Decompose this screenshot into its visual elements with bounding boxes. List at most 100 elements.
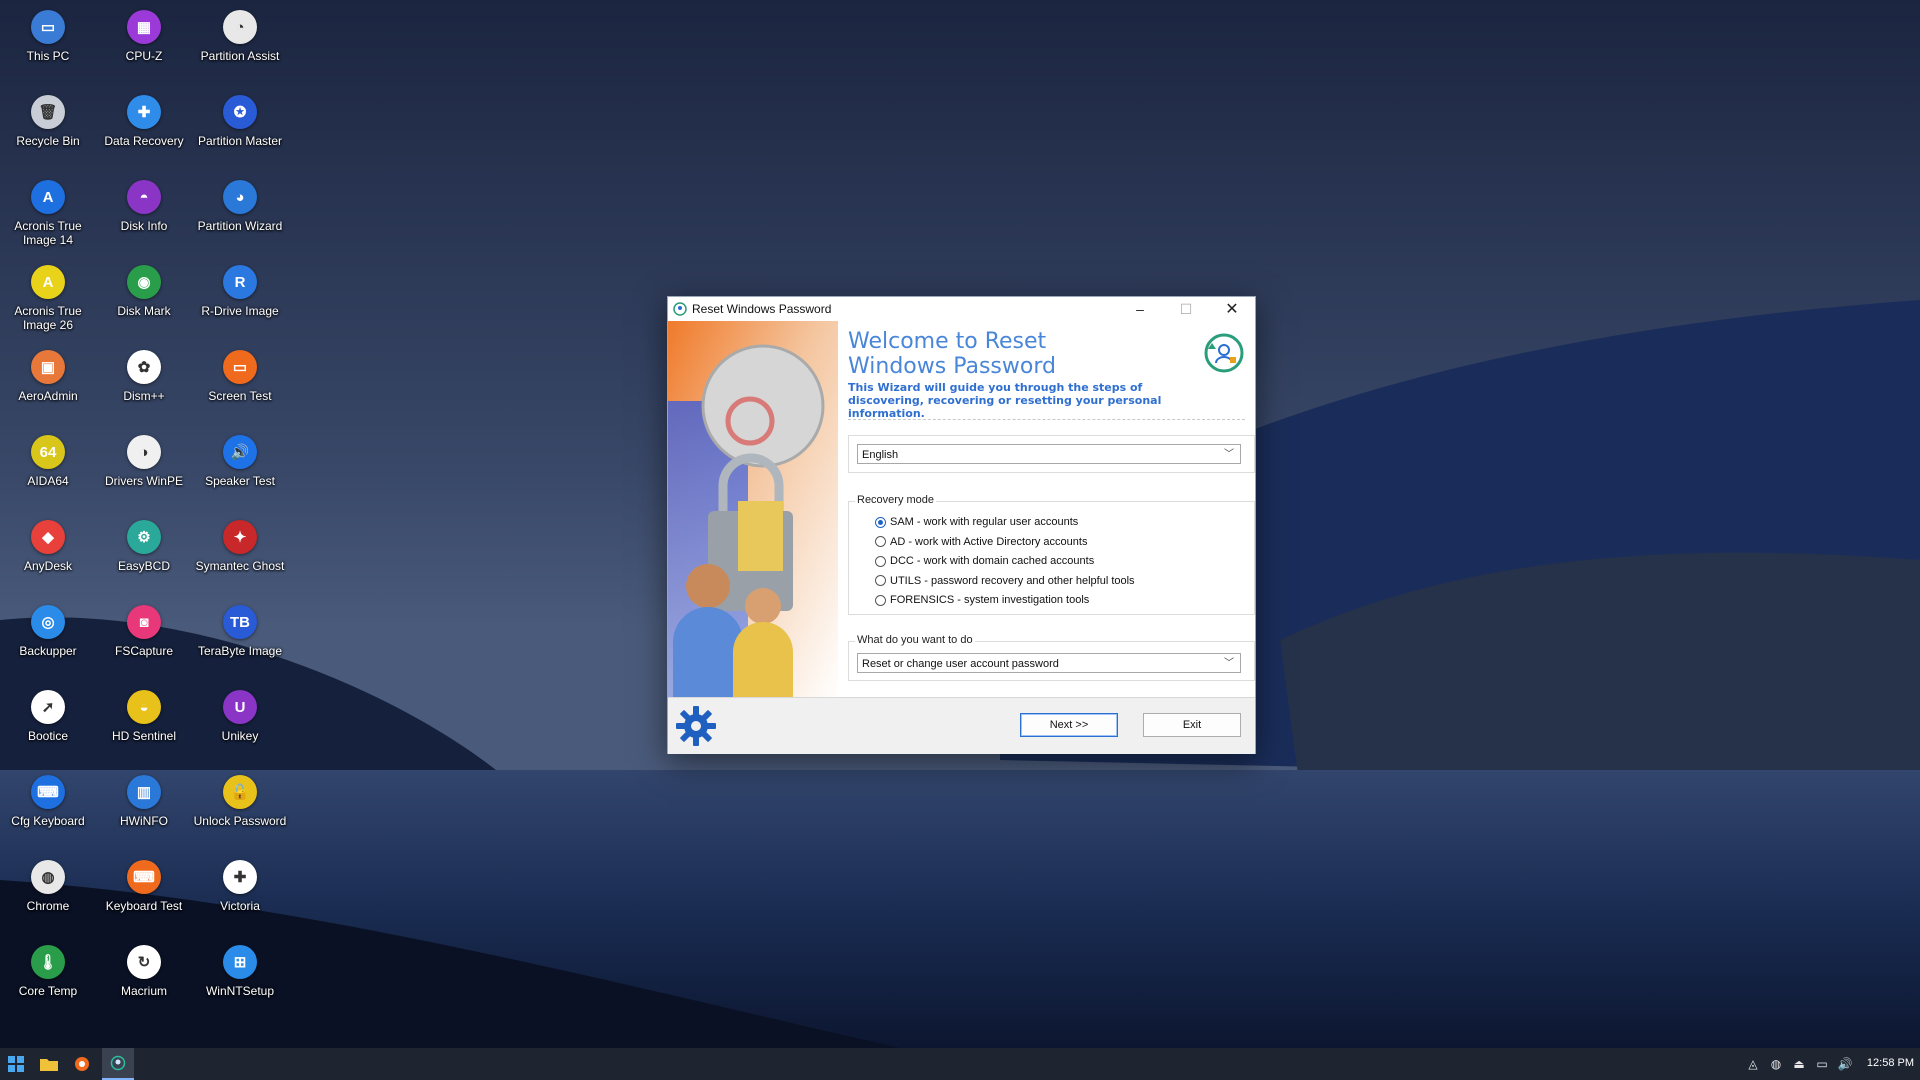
recovery-mode-option[interactable]: UTILS - password recovery and other help… (875, 573, 1135, 589)
desktop-icon[interactable]: ◍ Chrome (0, 856, 96, 913)
desktop-icon-label: Partition Assist (200, 49, 280, 63)
desktop-icon[interactable]: ◔ Partition Assist (192, 6, 288, 63)
desktop-icon-label: Backupper (19, 644, 77, 658)
desktop-icon[interactable]: 🔊 Speaker Test (192, 431, 288, 488)
wizard-content: Welcome to Reset Windows Password This W… (838, 321, 1255, 697)
welcome-title: Welcome to Reset Windows Password (848, 329, 1056, 379)
desktop-icon[interactable]: ⌨ Keyboard Test (96, 856, 192, 913)
welcome-subtitle: This Wizard will guide you through the s… (848, 381, 1162, 420)
desktop-icon-label: FSCapture (114, 644, 174, 658)
macrium-icon: ↻ (127, 945, 161, 979)
desktop-icon-label: Recycle Bin (16, 134, 80, 148)
desktop-icon[interactable]: ▣ AeroAdmin (0, 346, 96, 403)
network-tray-icon[interactable]: ▭ (1814, 1056, 1830, 1072)
title-bar[interactable]: Reset Windows Password – ☐ ✕ (668, 297, 1255, 321)
desktop-icon[interactable]: A Acronis True Image 26 (0, 261, 96, 332)
desktop-icon[interactable]: A Acronis True Image 14 (0, 176, 96, 247)
acronis-tray-icon[interactable]: ◬ (1745, 1056, 1761, 1072)
taskbar-app-button[interactable] (70, 1052, 94, 1076)
volume-icon[interactable]: 🔊 (1837, 1056, 1853, 1072)
file-explorer-button[interactable] (37, 1052, 61, 1076)
minimize-button[interactable]: – (1117, 297, 1163, 321)
desktop-icon[interactable]: ◑ Drivers WinPE (96, 431, 192, 488)
desktop-icon[interactable]: ▥ HWiNFO (96, 771, 192, 828)
action-label: What do you want to do (855, 634, 975, 646)
desktop-icon[interactable]: ↻ Macrium (96, 941, 192, 998)
reset-password-app-icon (110, 1055, 126, 1071)
maximize-button[interactable]: ☐ (1163, 297, 1209, 321)
desktop-icon[interactable]: ✚ Data Recovery (96, 91, 192, 148)
desktop-icon-label: Partition Wizard (197, 219, 283, 233)
chrome-tray-icon[interactable]: ◍ (1768, 1056, 1784, 1072)
cfg-keyboard-icon: ⌨ (31, 775, 65, 809)
desktop-icon-label: WinNTSetup (205, 984, 275, 998)
desktop-icon[interactable]: 🌡 Core Temp (0, 941, 96, 998)
desktop-icon[interactable]: ◕ Partition Wizard (192, 176, 288, 233)
fscapture-icon: ◙ (127, 605, 161, 639)
symantec-ghost-icon: ✦ (223, 520, 257, 554)
desktop-icon-label: Macrium (120, 984, 167, 998)
desktop-icon[interactable]: ▭ This PC (0, 6, 96, 63)
desktop-icon[interactable]: ✿ Dism++ (96, 346, 192, 403)
gear-icon (676, 706, 716, 746)
reset-windows-password-taskbar-button[interactable] (102, 1048, 134, 1080)
desktop-icon-label: Keyboard Test (105, 899, 183, 913)
desktop-icon[interactable]: ✦ Symantec Ghost (192, 516, 288, 573)
desktop-icon[interactable]: ➚ Bootice (0, 686, 96, 743)
desktop-icon[interactable]: 🔓 Unlock Password (192, 771, 288, 828)
desktop-icon-label: Acronis True Image 26 (14, 304, 82, 332)
action-select[interactable]: Reset or change user account password ﹀ (857, 653, 1241, 673)
victoria-icon: ✚ (223, 860, 257, 894)
desktop-icon-label: AnyDesk (23, 559, 73, 573)
usb-tray-icon[interactable]: ⏏ (1791, 1056, 1807, 1072)
desktop-icon[interactable]: ◓ Disk Info (96, 176, 192, 233)
desktop-icon[interactable]: ◒ HD Sentinel (96, 686, 192, 743)
desktop-icon[interactable]: ⚙ EasyBCD (96, 516, 192, 573)
desktop-icon[interactable]: ◉ Disk Mark (96, 261, 192, 318)
desktop-icon[interactable]: 64 AIDA64 (0, 431, 96, 488)
speaker-test-icon: 🔊 (223, 435, 257, 469)
hd-sentinel-icon: ◒ (127, 690, 161, 724)
desktop-icon-label: Disk Info (120, 219, 168, 233)
partition-master-icon: ✪ (223, 95, 257, 129)
desktop-icon[interactable]: ◆ AnyDesk (0, 516, 96, 573)
radio-button[interactable] (875, 555, 886, 567)
desktop-icon-label: This PC (26, 49, 70, 63)
next-button[interactable]: Next >> (1020, 713, 1118, 737)
window-title: Reset Windows Password (692, 302, 832, 316)
desktop-icon[interactable]: U Unikey (192, 686, 288, 743)
aida64-icon: 64 (31, 435, 65, 469)
recovery-mode-option[interactable]: FORENSICS - system investigation tools (875, 592, 1089, 608)
desktop-icon[interactable]: ✪ Partition Master (192, 91, 288, 148)
desktop-icon[interactable]: ▦ CPU-Z (96, 6, 192, 63)
desktop-icon-label: CPU-Z (125, 49, 163, 63)
desktop-icon[interactable]: 🗑 Recycle Bin (0, 91, 96, 148)
recovery-mode-option[interactable]: SAM - work with regular user accounts (875, 514, 1078, 530)
chrome-icon: ◍ (31, 860, 65, 894)
desktop-icon[interactable]: ✚ Victoria (192, 856, 288, 913)
clock[interactable]: 12:58 PM (1867, 1057, 1914, 1069)
desktop-icon[interactable]: ◎ Backupper (0, 601, 96, 658)
exit-button[interactable]: Exit (1143, 713, 1241, 737)
partition-assist-icon: ◔ (223, 10, 257, 44)
desktop-icon-label: Unikey (221, 729, 259, 743)
radio-button[interactable] (875, 536, 886, 547)
keyboard-test-icon: ⌨ (127, 860, 161, 894)
partition-wizard-icon: ◕ (223, 180, 257, 214)
radio-button[interactable] (875, 516, 886, 528)
radio-button[interactable] (875, 594, 886, 606)
desktop-icon[interactable]: R R-Drive Image (192, 261, 288, 318)
language-select[interactable]: English ﹀ (857, 444, 1241, 464)
recovery-mode-option[interactable]: AD - work with Active Directory accounts (875, 534, 1087, 550)
desktop-icon[interactable]: ⊞ WinNTSetup (192, 941, 288, 998)
radio-button[interactable] (875, 575, 886, 586)
recovery-mode-option[interactable]: DCC - work with domain cached accounts (875, 553, 1094, 569)
maximize-icon: ☐ (1179, 300, 1193, 317)
desktop-icon[interactable]: ⌨ Cfg Keyboard (0, 771, 96, 828)
desktop-icon[interactable]: ◙ FSCapture (96, 601, 192, 658)
start-button[interactable] (4, 1052, 28, 1076)
desktop-icon-label: Screen Test (208, 389, 272, 403)
desktop-icon[interactable]: TB TeraByte Image (192, 601, 288, 658)
desktop-icon[interactable]: ▭ Screen Test (192, 346, 288, 403)
close-button[interactable]: ✕ (1209, 297, 1255, 321)
